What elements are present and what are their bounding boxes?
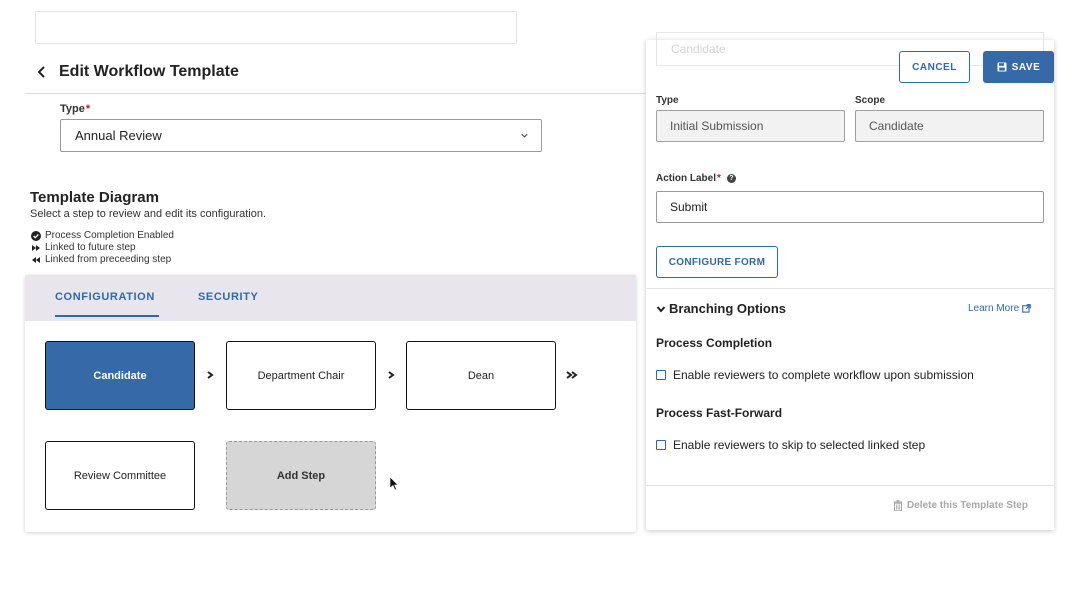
page-header: Edit Workflow Template [25, 50, 645, 94]
configure-form-button[interactable]: CONFIGURE FORM [656, 246, 778, 278]
process-fast-forward-title: Process Fast-Forward [656, 406, 783, 420]
learn-more-label: Learn More [968, 303, 1020, 314]
process-fast-forward-checkbox[interactable] [656, 440, 666, 450]
tab-security[interactable]: SECURITY [198, 291, 258, 303]
step-dean[interactable]: Dean [406, 341, 556, 410]
section-divider [646, 288, 1054, 289]
diagram-legend: Process Completion Enabled Linked to fut… [30, 230, 174, 266]
tabs-bar: CONFIGURATION SECURITY [25, 275, 636, 321]
process-fast-forward-option-label: Enable reviewers to skip to selected lin… [673, 438, 926, 452]
legend-item: Linked to future step [30, 242, 174, 254]
page-title: Edit Workflow Template [59, 62, 239, 80]
cancel-button[interactable]: CANCEL [899, 51, 970, 83]
tab-configuration[interactable]: CONFIGURATION [55, 291, 155, 303]
process-completion-option-label: Enable reviewers to complete workflow up… [673, 368, 974, 382]
legend-label: Linked to future step [45, 242, 136, 253]
process-completion-option: Enable reviewers to complete workflow up… [656, 368, 974, 382]
check-circle-icon [30, 231, 41, 242]
floppy-disk-icon [997, 62, 1007, 72]
process-completion-checkbox[interactable] [656, 370, 666, 380]
step-department-chair[interactable]: Department Chair [226, 341, 376, 410]
branching-options-toggle[interactable]: Branching Options [656, 301, 786, 316]
panel-scope-field: Candidate [855, 110, 1044, 142]
instructions-field[interactable] [35, 11, 517, 44]
required-mark: * [85, 103, 91, 115]
chevron-left-icon [37, 65, 45, 78]
chevron-right-icon [205, 370, 215, 383]
legend-item: Linked from preceeding step [30, 254, 174, 266]
learn-more-link[interactable]: Learn More [968, 303, 1031, 314]
external-link-icon [1022, 304, 1031, 313]
action-label-text: Action Label [656, 173, 717, 184]
footer-divider [646, 485, 1054, 486]
action-label-input[interactable]: Submit [656, 191, 1044, 223]
active-tab-indicator [55, 315, 159, 317]
diagram-title: Template Diagram [30, 189, 159, 206]
action-label-label: Action Label*? [656, 173, 736, 184]
double-right-arrow-icon [30, 243, 41, 254]
legend-label: Process Completion Enabled [45, 230, 174, 241]
legend-item: Process Completion Enabled [30, 230, 174, 242]
type-select-value: Annual Review [75, 128, 162, 143]
mouse-cursor-icon [390, 477, 399, 491]
chevron-down-icon [656, 305, 666, 313]
diagram-subtitle: Select a step to review and edit its con… [30, 208, 267, 220]
panel-type-label: Type [656, 95, 679, 106]
branching-options-title: Branching Options [669, 301, 786, 316]
type-field-label: Type* [60, 103, 90, 115]
panel-scope-label: Scope [855, 95, 886, 106]
add-step-button[interactable]: Add Step [226, 441, 376, 510]
double-chevron-right-icon [565, 370, 579, 383]
step-review-committee[interactable]: Review Committee [45, 441, 195, 510]
double-left-arrow-icon [30, 255, 41, 266]
back-button[interactable] [27, 57, 57, 87]
process-completion-title: Process Completion [656, 336, 773, 350]
chevron-down-icon [521, 133, 528, 138]
help-icon[interactable]: ? [726, 174, 736, 183]
legend-label: Linked from preceeding step [45, 254, 172, 265]
panel-type-field: Initial Submission [656, 110, 845, 142]
delete-template-step-label: Delete this Template Step [907, 500, 1028, 511]
save-button[interactable]: SAVE [983, 51, 1054, 83]
type-select[interactable]: Annual Review [60, 119, 542, 152]
delete-template-step-button[interactable]: Delete this Template Step [893, 500, 1028, 511]
page: Edit Workflow Template Type* Annual Revi… [0, 0, 1080, 608]
diagram-card: CONFIGURATION SECURITY Candidate Departm… [25, 275, 636, 532]
required-mark: * [717, 173, 721, 184]
trash-icon [893, 500, 903, 511]
step-candidate[interactable]: Candidate [45, 341, 195, 410]
type-label-text: Type [60, 103, 85, 115]
process-fast-forward-option: Enable reviewers to skip to selected lin… [656, 438, 925, 452]
save-label: SAVE [1011, 61, 1041, 73]
chevron-right-icon [386, 370, 396, 383]
